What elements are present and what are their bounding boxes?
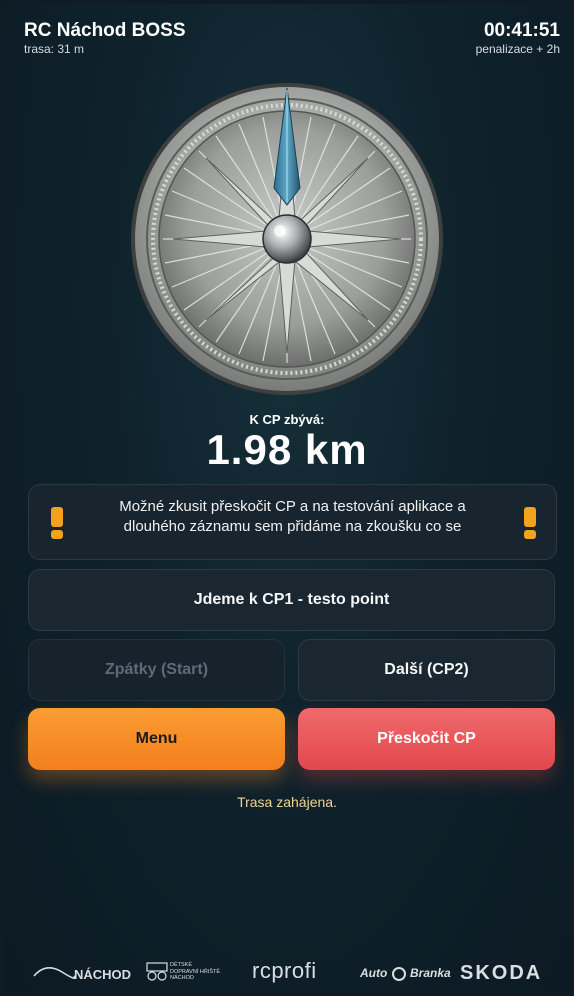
warning-icon: [51, 507, 63, 539]
skip-checkpoint-button[interactable]: Přeskočit CP: [298, 708, 555, 770]
back-button[interactable]: Zpátky (Start): [28, 639, 285, 701]
sponsor-bar: NÁCHOD DĚTSKÉ DOPRAVNÍ HŘIŠTĚ NÁCHOD rcp…: [4, 954, 570, 990]
app-title: RC Náchod BOSS: [24, 20, 186, 41]
sponsor-autobranka: Auto Branka: [360, 966, 451, 981]
elapsed-timer: 00:41:51: [483, 20, 560, 41]
penalty-text: penalizace + 2h: [475, 42, 560, 56]
sponsor-skoda: SKODA: [460, 962, 543, 984]
autobranka-ring-icon: [391, 966, 406, 981]
bicycle-icon: [146, 962, 168, 981]
current-checkpoint-button[interactable]: Jdeme k CP1 - testo point: [28, 569, 555, 631]
app-screen: RC Náchod BOSS trasa: 31 m 00:41:51 pena…: [4, 4, 570, 992]
menu-button[interactable]: Menu: [28, 708, 285, 770]
sponsor-nachod: NÁCHOD: [74, 967, 132, 982]
compass-icon: [131, 83, 443, 395]
notice-text: Možné zkusit přeskočit CP a na testování…: [119, 498, 466, 535]
notice-banner: Možné zkusit přeskočit CP a na testování…: [28, 484, 557, 560]
status-message: Trasa zahájena.: [237, 794, 337, 810]
next-button[interactable]: Další (CP2): [298, 639, 555, 701]
distance-label: K CP zbývá:: [249, 412, 325, 427]
header-left: RC Náchod BOSS trasa: 31 m: [24, 20, 186, 56]
sponsor-playground: DĚTSKÉ DOPRAVNÍ HŘIŠTĚ NÁCHOD: [170, 962, 221, 981]
sponsor-rcprofi: rcprofi: [252, 958, 317, 983]
route-distance: trasa: 31 m: [24, 42, 85, 56]
nachod-logo-icon: [33, 967, 76, 980]
distance-value: 1.98 km: [206, 426, 368, 473]
warning-icon: [524, 507, 536, 539]
header-right: 00:41:51 penalizace + 2h: [476, 20, 560, 56]
